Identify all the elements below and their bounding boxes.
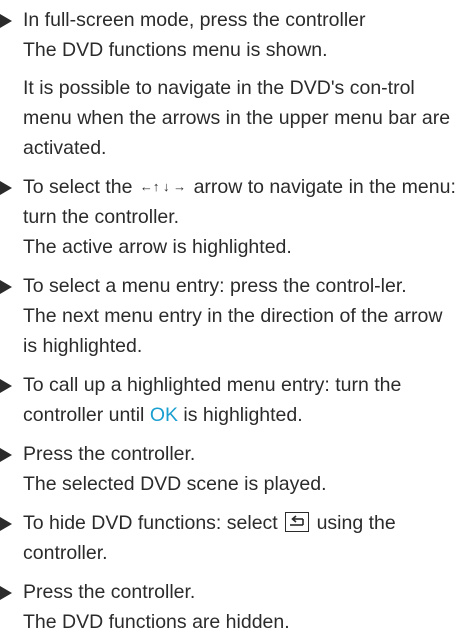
step-instruction: Press the controller. [23,443,196,465]
bullet-arrow-icon [0,448,12,462]
step-hide-dvd-functions: To hide DVD functions: select using the … [0,508,465,568]
bullet-arrow-icon [0,280,12,294]
step-result: The active arrow is highlighted. [23,236,292,258]
step-result: The next menu entry in the direction of … [23,305,443,357]
step-select-menu-entry: To select a menu entry: press the contro… [0,271,465,361]
step-instruction-pre: To hide DVD functions: select [23,512,278,534]
bullet-arrow-icon [0,586,12,600]
back-arrow-icon [285,512,310,532]
step-instruction-pre: To select the [23,176,133,198]
step-result: The DVD functions are hidden. [23,611,290,633]
bullet-arrow-icon [0,181,12,195]
bullet-arrow-icon [0,517,12,531]
step-press-controller-fullscreen: In full-screen mode, press the controlle… [0,5,465,65]
step-instruction: Press the controller. [23,581,196,603]
bullet-arrow-icon [0,14,12,28]
step-press-controller-play: Press the controller. The selected DVD s… [0,439,465,499]
step-instruction: In full-screen mode, press the controlle… [23,9,366,31]
step-press-controller-hide: Press the controller. The DVD functions … [0,577,465,637]
instruction-document: In full-screen mode, press the controlle… [0,0,465,637]
bullet-arrow-icon [0,379,12,393]
step-call-up-entry: To call up a highlighted menu entry: tur… [0,370,465,430]
navigation-note: It is possible to navigate in the DVD's … [23,77,451,159]
navigation-arrows-icon: ←↑ ↓ → [139,179,187,194]
step-instruction-post: is highlighted. [183,404,303,426]
step-select-arrow: To select the ←↑ ↓ → arrow to navigate i… [0,172,465,262]
ok-label: OK [149,404,178,426]
step-instruction: To select a menu entry: press the contro… [23,275,407,297]
step-result: The selected DVD scene is played. [23,473,327,495]
step-result: The DVD functions menu is shown. [23,39,328,61]
